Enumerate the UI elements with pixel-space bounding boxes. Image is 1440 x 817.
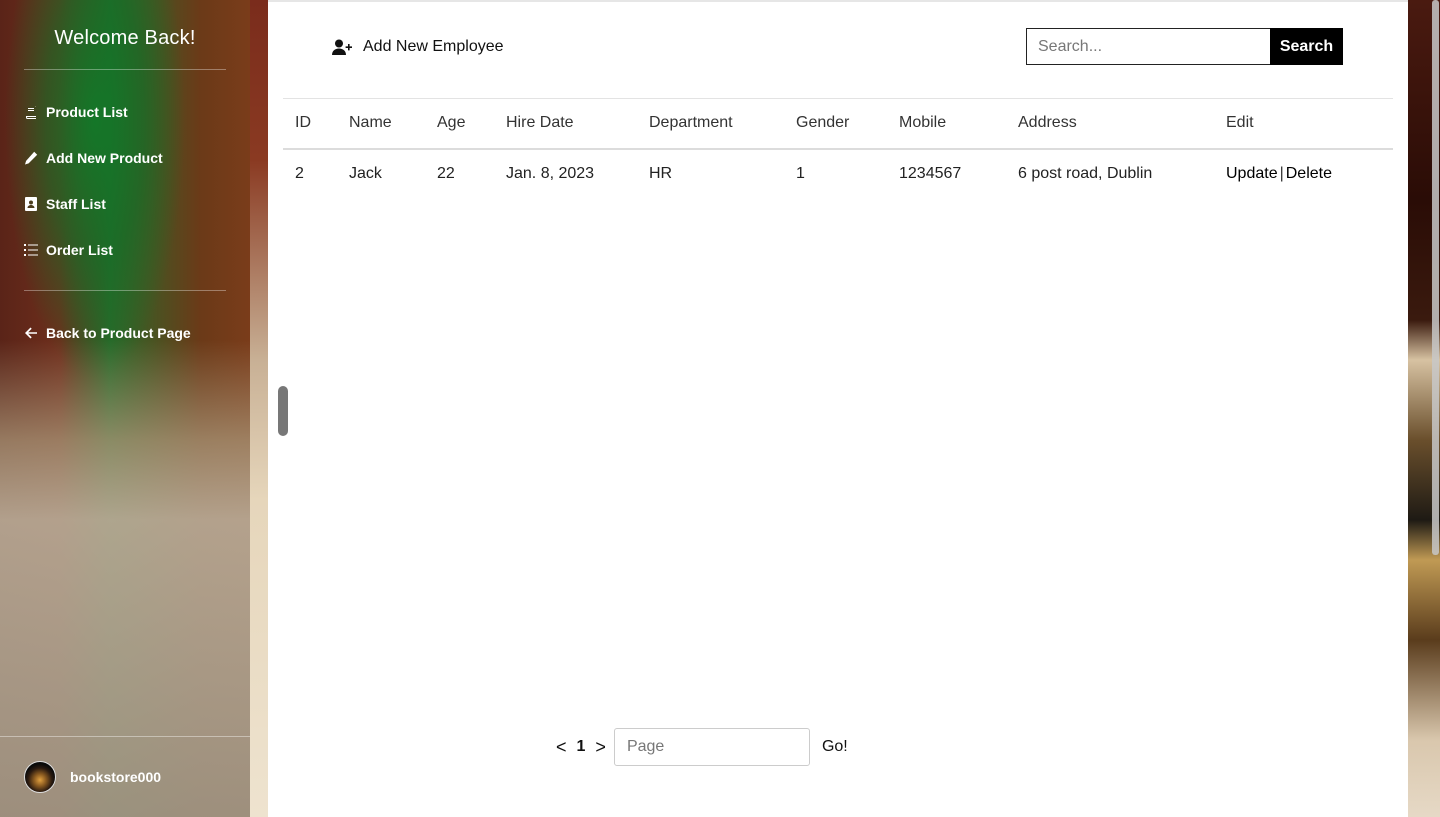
previous-page-button[interactable]: < [556,737,567,758]
employee-table: ID Name Age Hire Date Department Gender … [283,98,1393,199]
table-header-row: ID Name Age Hire Date Department Gender … [283,98,1393,150]
cell-mobile: 1234567 [899,165,962,182]
username[interactable]: bookstore000 [70,769,161,785]
column-header-edit: Edit [1214,98,1393,150]
column-header-hire-date: Hire Date [494,98,637,150]
sidebar-item-add-new-product[interactable]: Add New Product [24,147,163,169]
avatar[interactable] [24,761,56,793]
search-button[interactable]: Search [1270,28,1343,65]
page-number-input[interactable] [613,728,810,766]
background-strip-left [250,0,268,817]
sidebar-item-product-list[interactable]: Product List [24,101,128,123]
column-header-address: Address [1006,98,1214,150]
sidebar-divider [24,290,226,291]
arrow-left-icon [24,326,38,340]
sidebar-item-label: Staff List [46,196,106,212]
sidebar: Welcome Back! Product List Add New Produ… [0,0,250,817]
address-book-icon [24,197,38,211]
column-header-department: Department [637,98,784,150]
panel-scrollbar-thumb[interactable] [278,386,288,436]
sidebar-title: Welcome Back! [54,27,196,49]
add-new-employee-label: Add New Employee [363,38,504,55]
sidebar-item-order-list[interactable]: Order List [24,239,113,261]
edit-separator: | [1279,165,1284,182]
pagination: < 1 > Go! [556,728,848,766]
sidebar-item-staff-list[interactable]: Staff List [24,193,106,215]
add-new-employee-button[interactable]: Add New Employee [332,38,504,56]
next-page-button[interactable]: > [595,737,606,758]
cell-hire-date: Jan. 8, 2023 [506,165,595,182]
column-header-id: ID [283,98,337,150]
list-icon [24,243,38,257]
window-scrollbar[interactable] [1432,0,1439,555]
go-button[interactable]: Go! [822,738,848,756]
sidebar-item-label: Add New Product [46,150,163,166]
main-content: Add New Employee Search ID Name Age Hire… [268,0,1408,817]
sidebar-divider [24,69,226,70]
cell-age: 22 [437,165,455,182]
cell-department: HR [649,165,673,182]
sidebar-footer: bookstore000 [0,736,250,817]
pencil-icon [24,151,38,165]
user-plus-icon [332,39,352,55]
update-link[interactable]: Update [1226,165,1278,182]
cell-address: 6 post road, Dublin [1018,165,1153,182]
cell-name: Jack [349,165,382,182]
sidebar-item-back-to-product-page[interactable]: Back to Product Page [24,322,191,344]
search-input[interactable] [1026,28,1270,65]
current-page-number[interactable]: 1 [577,738,586,756]
cell-edit: Update | Delete [1214,149,1393,199]
column-header-name: Name [337,98,425,150]
sidebar-item-label: Back to Product Page [46,325,191,341]
sidebar-item-label: Product List [46,104,128,120]
delete-link[interactable]: Delete [1286,165,1332,182]
cell-gender: 1 [796,165,805,182]
column-header-age: Age [425,98,494,150]
book-icon [24,105,38,119]
table-row: 2 Jack 22 Jan. 8, 2023 HR 1 1234567 6 po… [283,149,1393,199]
column-header-gender: Gender [784,98,887,150]
sidebar-item-label: Order List [46,242,113,258]
cell-id: 2 [295,165,304,182]
column-header-mobile: Mobile [887,98,1006,150]
